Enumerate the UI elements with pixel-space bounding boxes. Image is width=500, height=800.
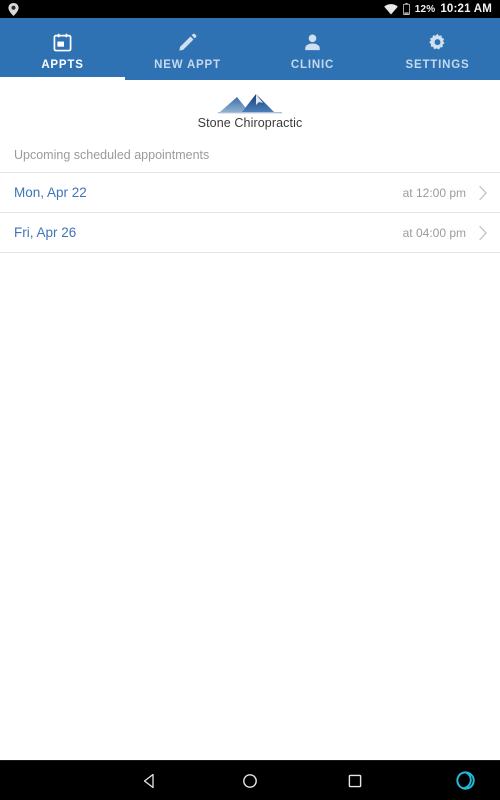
location-pin-icon bbox=[8, 2, 19, 16]
nav-assistant-button[interactable] bbox=[448, 761, 482, 800]
tab-clinic-label: CLINIC bbox=[290, 59, 335, 71]
battery-icon bbox=[402, 3, 410, 15]
battery-percent: 12% bbox=[414, 3, 436, 15]
brand-logo: Stone Chiropractic bbox=[0, 80, 500, 130]
tab-appts[interactable]: APPTS bbox=[0, 18, 125, 80]
section-label: Upcoming scheduled appointments bbox=[14, 148, 210, 162]
tab-bar: APPTS NEW APPT CLINIC SETTINGS bbox=[0, 18, 500, 80]
recents-square-icon bbox=[348, 774, 362, 788]
status-bar-right: 12% 10:21 AM bbox=[383, 3, 492, 15]
appointments-list: Mon, Apr 22 at 12:00 pm Fri, Apr 26 at 0… bbox=[0, 172, 500, 253]
home-circle-icon bbox=[242, 773, 258, 789]
chevron-right-icon bbox=[478, 185, 488, 201]
back-triangle-icon bbox=[142, 773, 158, 789]
nav-recents-button[interactable] bbox=[325, 761, 385, 800]
tab-settings-label: SETTINGS bbox=[405, 59, 470, 71]
nav-home-button[interactable] bbox=[220, 761, 280, 800]
gear-icon bbox=[428, 31, 447, 53]
app-screen: 12% 10:21 AM APPTS NEW APPT CLINIC SETTI… bbox=[0, 0, 500, 800]
tab-appts-label: APPTS bbox=[41, 59, 84, 71]
brand-name: Stone Chiropractic bbox=[197, 116, 303, 130]
status-bar-left bbox=[8, 2, 19, 16]
tab-clinic[interactable]: CLINIC bbox=[250, 18, 375, 80]
appointment-date: Mon, Apr 22 bbox=[14, 185, 87, 200]
tab-settings[interactable]: SETTINGS bbox=[375, 18, 500, 80]
main-content: Stone Chiropractic Upcoming scheduled ap… bbox=[0, 80, 500, 760]
appointment-row[interactable]: Mon, Apr 22 at 12:00 pm bbox=[0, 173, 500, 213]
appointment-row[interactable]: Fri, Apr 26 at 04:00 pm bbox=[0, 213, 500, 253]
tab-new-appt[interactable]: NEW APPT bbox=[125, 18, 250, 80]
pencil-icon bbox=[178, 31, 197, 53]
assistant-ring-icon bbox=[455, 771, 475, 790]
chevron-right-icon bbox=[478, 225, 488, 241]
calendar-icon bbox=[53, 31, 72, 53]
wifi-icon bbox=[383, 3, 398, 15]
nav-back-button[interactable] bbox=[120, 761, 180, 800]
appointment-time: at 04:00 pm bbox=[402, 225, 466, 240]
appointment-time: at 12:00 pm bbox=[402, 185, 466, 200]
mountain-logo-icon bbox=[218, 92, 282, 114]
tab-new-appt-label: NEW APPT bbox=[154, 59, 221, 71]
status-bar-clock: 10:21 AM bbox=[440, 3, 492, 15]
status-bar: 12% 10:21 AM bbox=[0, 0, 500, 18]
person-icon bbox=[303, 31, 322, 53]
android-nav-bar bbox=[0, 760, 500, 800]
appointment-date: Fri, Apr 26 bbox=[14, 225, 77, 240]
